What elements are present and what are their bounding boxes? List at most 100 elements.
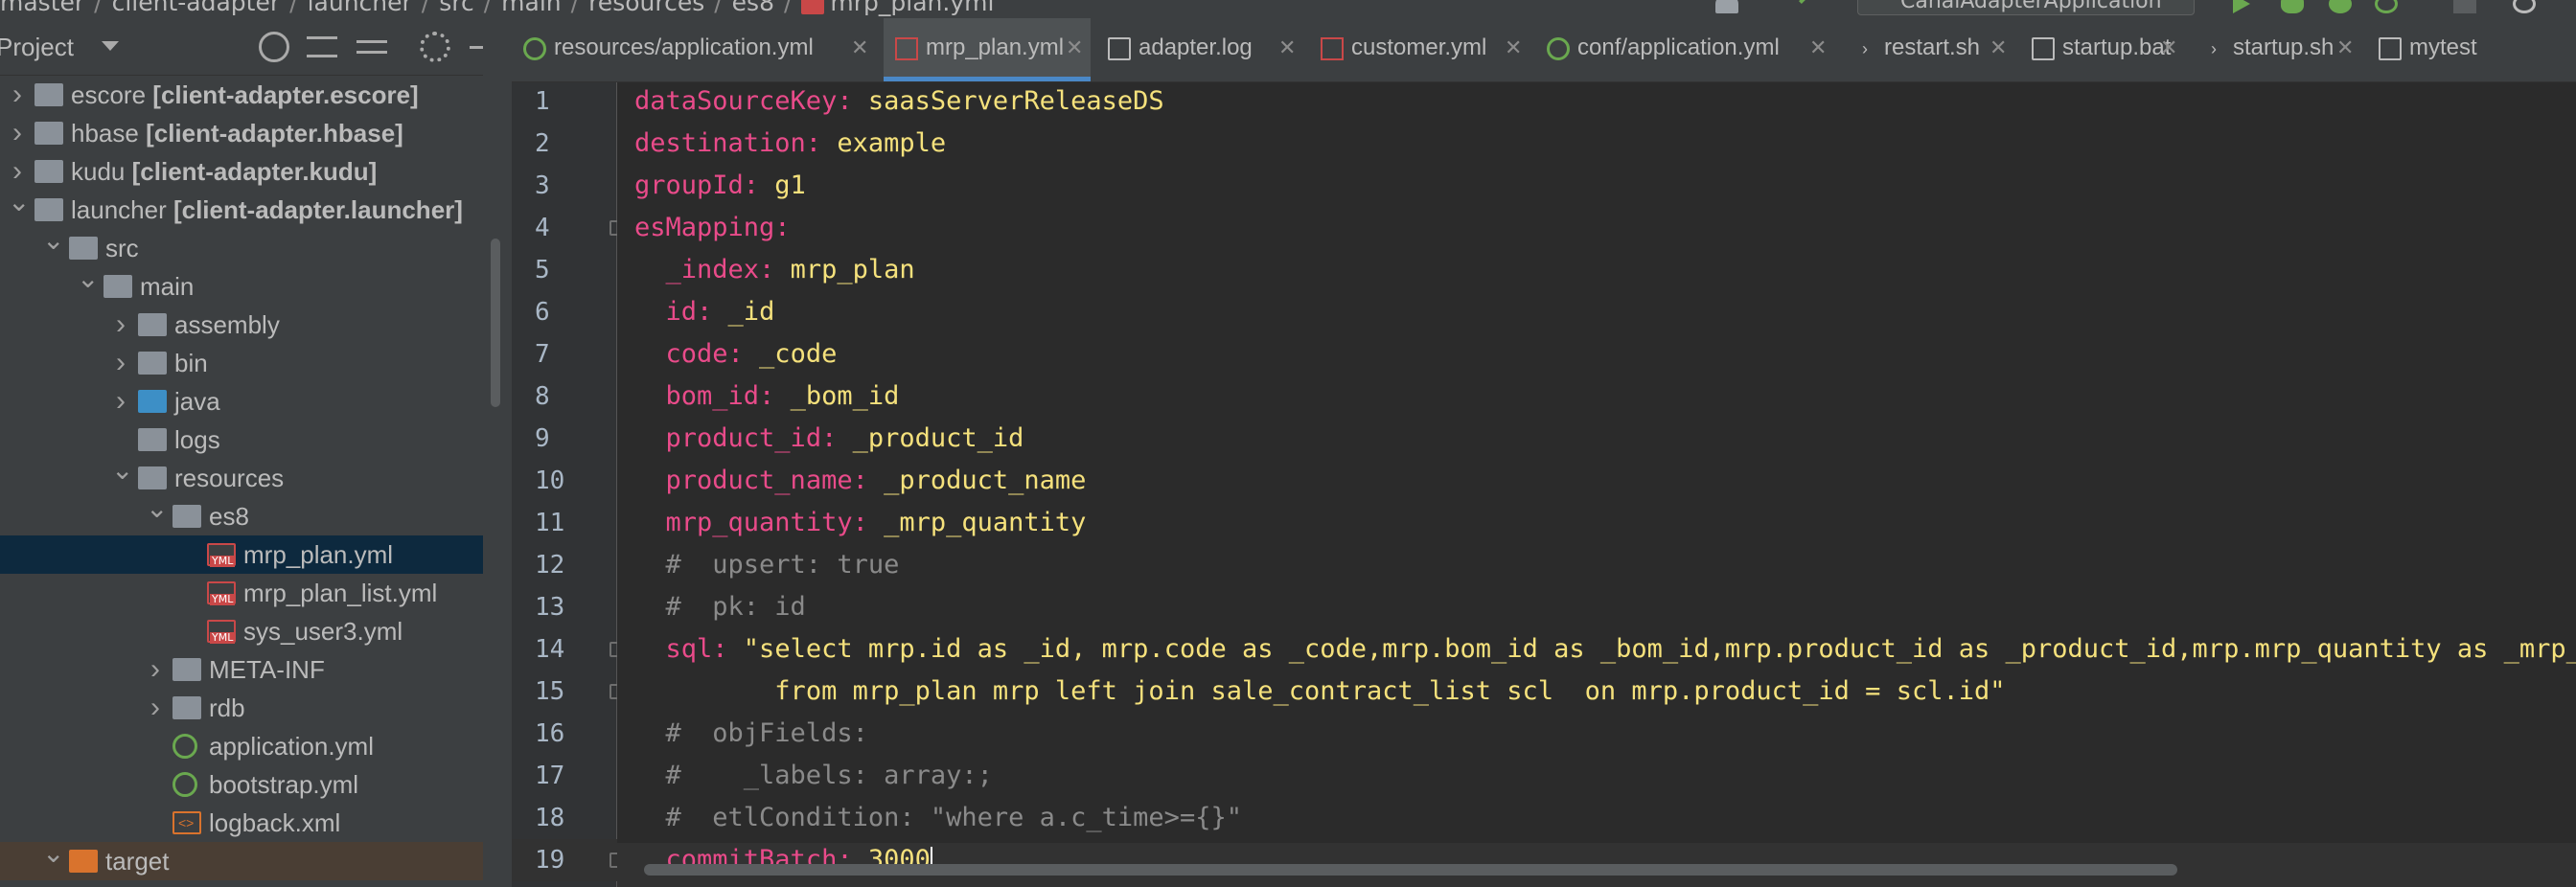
profile-icon[interactable] <box>2375 0 2398 13</box>
tree-item-bootstrap-yml[interactable]: bootstrap.yml <box>0 765 483 804</box>
close-icon[interactable]: ✕ <box>2336 18 2354 78</box>
project-panel-title[interactable]: Project <box>0 18 74 76</box>
build-hammer-icon[interactable] <box>1799 0 1831 18</box>
line-number: 14 <box>535 635 565 664</box>
tree-item-launcher[interactable]: ⌄ launcher [client-adapter.launcher] <box>0 187 483 229</box>
chevron-down-icon[interactable]: ⌄ <box>77 260 99 298</box>
code-line: from mrp_plan mrp left join sale_contrac… <box>634 671 2005 713</box>
tree-item-escore[interactable]: › escore [client-adapter.escore] <box>0 76 483 114</box>
tree-item-name: escore <box>71 80 147 109</box>
vcs-user-icon[interactable] <box>1715 0 1738 13</box>
breadcrumb-item[interactable]: master <box>0 0 84 16</box>
close-icon[interactable]: ✕ <box>1505 18 1522 78</box>
tree-item-es8[interactable]: ⌄ es8 <box>0 493 483 535</box>
chevron-down-icon[interactable]: ⌄ <box>42 834 64 873</box>
yaml-value: from mrp_plan mrp left join sale_contrac… <box>665 676 2006 706</box>
tree-item-resources[interactable]: ⌄ resources <box>0 455 483 497</box>
close-icon[interactable]: ✕ <box>1809 18 1827 78</box>
breadcrumb-item[interactable]: client-adapter <box>112 0 281 16</box>
tab-mrp-plan-yml[interactable]: mrp_plan.yml ✕ <box>884 18 1091 81</box>
code-editor[interactable]: dataSourceKey: saasServerReleaseDS destin… <box>617 82 2576 887</box>
expand-all-icon[interactable] <box>307 36 337 57</box>
chevron-right-icon[interactable]: › <box>146 689 165 727</box>
yaml-value: example <box>821 128 947 158</box>
breadcrumb-separator: / <box>783 0 793 16</box>
tab-label: resources/application.yml <box>554 34 814 60</box>
chevron-right-icon[interactable]: › <box>8 114 27 152</box>
tree-item-rdb[interactable]: › rdb <box>0 689 483 727</box>
chevron-right-icon[interactable]: › <box>8 76 27 114</box>
tree-item-target[interactable]: ⌄ target <box>0 838 483 880</box>
tab-customer-yml[interactable]: customer.yml ✕ <box>1309 18 1530 81</box>
breadcrumb-item[interactable]: mrp_plan.yml <box>830 0 994 16</box>
tree-item-main[interactable]: ⌄ main <box>0 263 483 306</box>
module-folder-icon <box>34 160 63 183</box>
debug-icon[interactable] <box>2281 0 2304 13</box>
tree-item-label: sys_user3.yml <box>243 612 402 650</box>
tree-item-kudu[interactable]: › kudu [client-adapter.kudu] <box>0 152 483 191</box>
tree-item-src[interactable]: ⌄ src <box>0 225 483 267</box>
panel-divider[interactable] <box>483 18 513 887</box>
tree-item-logback-xml[interactable]: logback.xml <box>0 804 483 842</box>
chevron-down-icon[interactable]: ⌄ <box>111 451 133 489</box>
chevron-right-icon[interactable]: › <box>111 344 130 382</box>
chevron-down-icon[interactable]: ⌄ <box>146 489 168 528</box>
tab-adapter-log[interactable]: adapter.log ✕ <box>1096 18 1303 81</box>
hide-panel-icon[interactable] <box>470 46 483 49</box>
yaml-value: _product_id <box>837 423 1024 453</box>
chevron-right-icon[interactable]: › <box>146 650 165 689</box>
run-configuration-select[interactable]: CanalAdapterApplication <box>1857 0 2195 15</box>
tree-item-hbase[interactable]: › hbase [client-adapter.hbase] <box>0 114 483 152</box>
tree-item-java[interactable]: › java <box>0 382 483 421</box>
locate-icon[interactable] <box>259 32 289 62</box>
breadcrumb-item[interactable]: resources <box>588 0 704 16</box>
tree-item-bin[interactable]: › bin <box>0 344 483 382</box>
code-line: groupId: g1 <box>634 165 806 207</box>
tree-item-assembly[interactable]: › assembly <box>0 306 483 344</box>
close-icon[interactable]: ✕ <box>1066 18 1083 78</box>
tab-startup-bat[interactable]: startup.bat ✕ <box>2020 18 2185 81</box>
chevron-down-icon[interactable]: ⌄ <box>42 221 64 260</box>
close-icon[interactable]: ✕ <box>1278 18 1296 78</box>
code-line: product_name: _product_name <box>634 460 1087 502</box>
project-scrollbar[interactable] <box>491 239 500 407</box>
collapse-all-icon[interactable] <box>356 40 387 54</box>
tree-item-application-yml[interactable]: application.yml <box>0 727 483 765</box>
tab-conf-application-yml[interactable]: conf/application.yml ✕ <box>1535 18 1834 81</box>
tree-item-name: META-INF <box>209 655 325 684</box>
close-icon[interactable]: ✕ <box>2160 18 2177 78</box>
tree-item-logs[interactable]: logs <box>0 421 483 459</box>
run-icon[interactable] <box>2233 0 2250 13</box>
tree-item-meta-inf[interactable]: › META-INF <box>0 650 483 689</box>
breadcrumb-item[interactable]: es8 <box>732 0 774 16</box>
stop-icon[interactable] <box>2453 0 2476 13</box>
search-icon[interactable] <box>2513 0 2536 13</box>
chevron-right-icon[interactable]: › <box>111 382 130 421</box>
line-number: 2 <box>535 129 550 158</box>
tree-item-name: logs <box>174 425 220 454</box>
breadcrumb-item[interactable]: main <box>501 0 561 16</box>
tree-item-mrp-plan-list-yml[interactable]: mrp_plan_list.yml <box>0 574 483 612</box>
tab-startup-sh[interactable]: › startup.sh ✕ <box>2191 18 2361 81</box>
line-number: 1 <box>535 87 550 116</box>
breadcrumb-separator: / <box>714 0 723 16</box>
tab-mytest[interactable]: mytest <box>2367 18 2576 81</box>
close-icon[interactable]: ✕ <box>1990 18 2007 78</box>
chevron-down-icon[interactable]: ⌄ <box>8 183 30 221</box>
horizontal-scrollbar[interactable] <box>644 864 2177 876</box>
breadcrumb-separator: / <box>570 0 580 16</box>
chevron-right-icon[interactable]: › <box>111 306 130 344</box>
close-icon[interactable]: ✕ <box>851 18 868 78</box>
yaml-key: code: <box>665 339 744 369</box>
yaml-value: _mrp_quantity <box>867 508 1087 537</box>
coverage-icon[interactable] <box>2329 0 2352 13</box>
tab-resources-application-yml[interactable]: resources/application.yml ✕ <box>512 18 876 81</box>
navigation-bar: master / client-adapter / launcher / src / main /… <box>0 0 2576 18</box>
tree-item-sys-user3-yml[interactable]: sys_user3.yml <box>0 612 483 650</box>
gear-icon[interactable] <box>420 32 450 62</box>
tree-item-mrp-plan-yml[interactable]: mrp_plan.yml <box>0 535 483 574</box>
breadcrumb-item[interactable]: launcher <box>308 0 412 16</box>
tab-restart-sh[interactable]: › restart.sh ✕ <box>1842 18 2014 81</box>
breadcrumb-item[interactable]: src <box>439 0 474 16</box>
chevron-down-icon[interactable] <box>102 41 119 51</box>
